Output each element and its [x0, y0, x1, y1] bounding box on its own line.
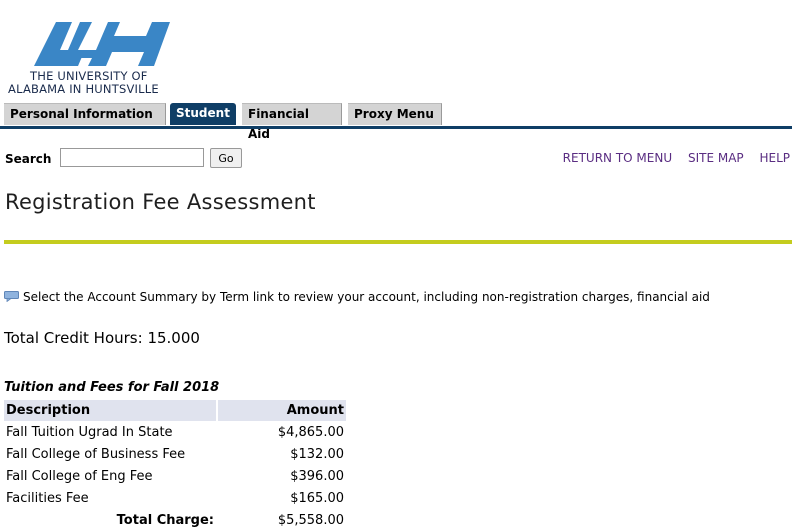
- return-to-menu-link[interactable]: RETURN TO MENU: [563, 151, 672, 165]
- tab-financial-aid[interactable]: Financial Aid: [242, 103, 342, 141]
- fee-description: Facilities Fee: [6, 491, 89, 506]
- fee-description: Fall College of Eng Fee: [6, 469, 153, 484]
- search-row: Search Go RETURN TO MENU SITE MAP HELP: [0, 148, 792, 170]
- page-title: Registration Fee Assessment: [5, 190, 316, 214]
- amount-header: Amount: [218, 400, 346, 421]
- info-message: Select the Account Summary by Term link …: [4, 290, 710, 304]
- top-links: RETURN TO MENU SITE MAP HELP: [551, 151, 790, 165]
- fee-amount: $396.00: [290, 469, 344, 484]
- table-row: Fall Tuition Ugrad In State $4,865.00: [4, 422, 346, 443]
- tab-student[interactable]: Student: [170, 103, 236, 125]
- uah-logo[interactable]: THE UNIVERSITY OF ALABAMA IN HUNTSVILLE: [8, 22, 198, 102]
- logo-line-2: ALABAMA IN HUNTSVILLE: [8, 82, 159, 96]
- info-text: Select the Account Summary by Term link …: [23, 290, 710, 304]
- fee-amount: $132.00: [290, 447, 344, 462]
- description-header: Description: [4, 400, 216, 421]
- fees-table: Description Amount Fall Tuition Ugrad In…: [2, 399, 348, 532]
- fee-description: Fall Tuition Ugrad In State: [6, 425, 173, 440]
- table-row: Fall College of Business Fee $132.00: [4, 444, 346, 465]
- logo-text: THE UNIVERSITY OF ALABAMA IN HUNTSVILLE: [8, 70, 159, 96]
- help-link[interactable]: HELP: [759, 151, 790, 165]
- total-credit-hours: Total Credit Hours: 15.000: [4, 329, 200, 347]
- fees-caption: Tuition and Fees for Fall 2018: [4, 380, 220, 395]
- table-row: Facilities Fee $165.00: [4, 488, 346, 509]
- fees-header-row: Description Amount: [4, 400, 346, 421]
- fee-amount: $165.00: [290, 491, 344, 506]
- table-row: Fall College of Eng Fee $396.00: [4, 466, 346, 487]
- tab-proxy-menu[interactable]: Proxy Menu: [348, 103, 442, 125]
- title-divider: [4, 240, 792, 244]
- fee-amount: $4,865.00: [277, 425, 344, 440]
- search-input[interactable]: [60, 148, 204, 167]
- info-icon: [4, 291, 19, 302]
- tab-bar-divider: [0, 126, 792, 129]
- search-label: Search: [5, 152, 52, 166]
- go-button[interactable]: Go: [210, 148, 242, 168]
- fee-description: Fall College of Business Fee: [6, 447, 186, 462]
- header: THE UNIVERSITY OF ALABAMA IN HUNTSVILLE …: [0, 0, 792, 141]
- tab-personal-information[interactable]: Personal Information: [4, 103, 166, 125]
- uah-logo-mark: [34, 22, 170, 66]
- site-map-link[interactable]: SITE MAP: [688, 151, 744, 165]
